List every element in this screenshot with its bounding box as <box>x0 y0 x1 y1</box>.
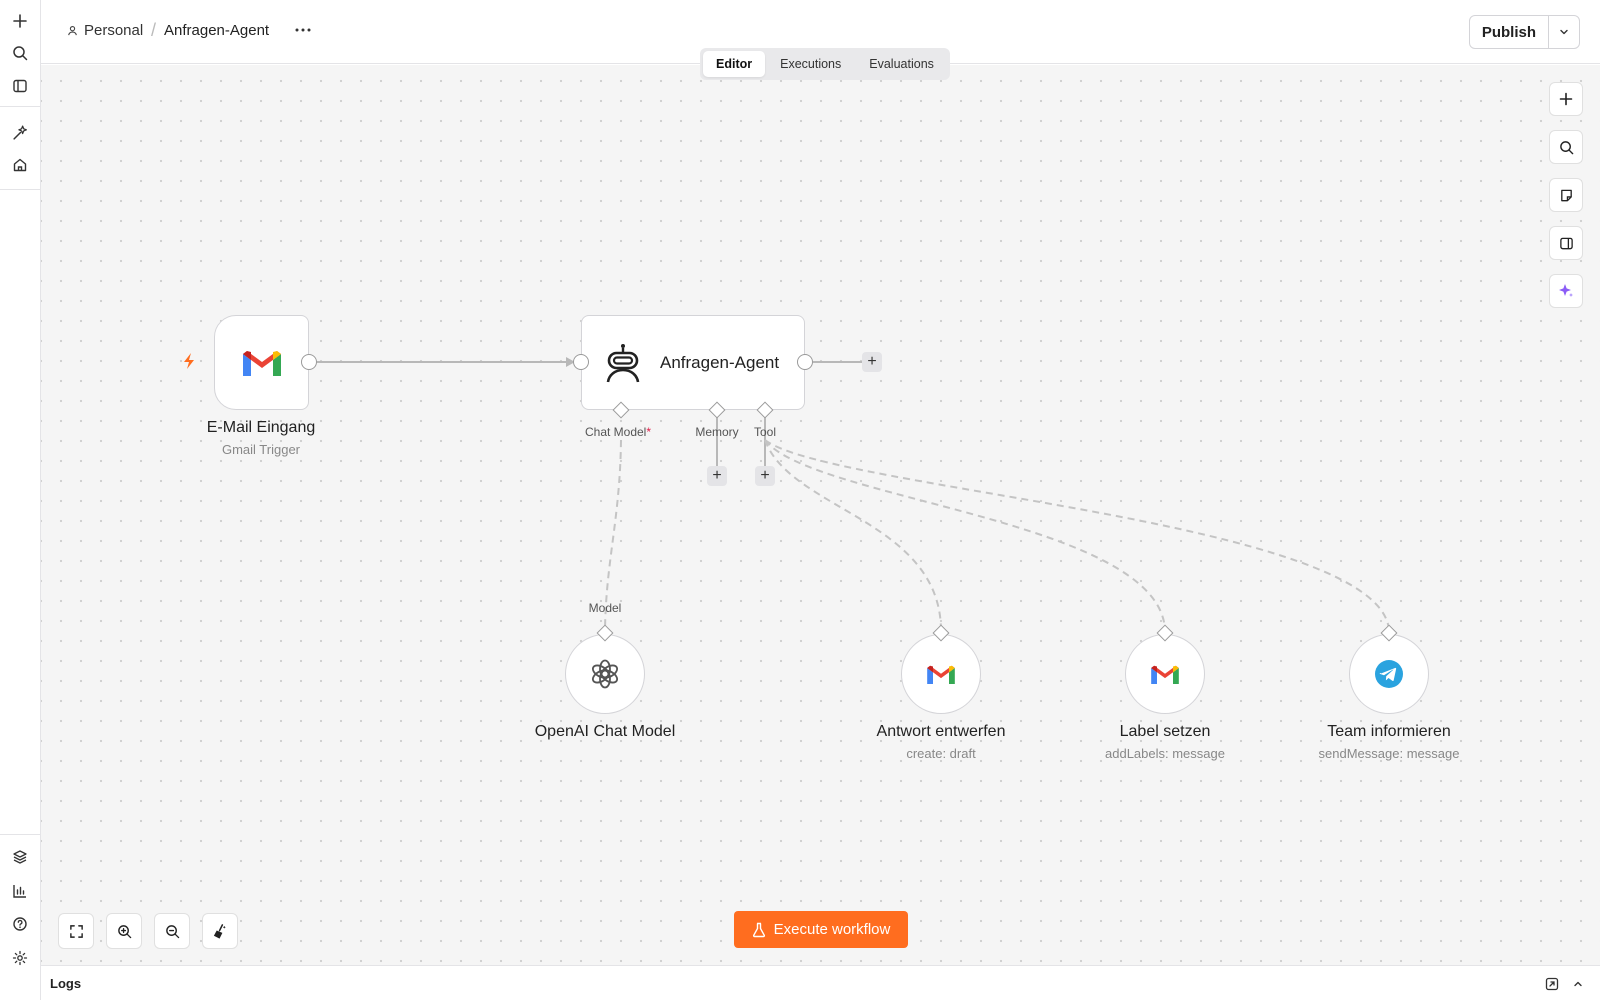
breadcrumb-project[interactable]: Personal <box>67 22 143 39</box>
node-title: Team informieren <box>1327 723 1451 740</box>
logs-title: Logs <box>50 976 82 991</box>
telegram-icon <box>1375 660 1403 688</box>
breadcrumb-project-label: Personal <box>84 22 144 39</box>
node-title: OpenAI Chat Model <box>534 723 676 740</box>
execute-workflow-button[interactable]: Execute workflow <box>734 911 908 948</box>
tab-evaluations[interactable]: Evaluations <box>856 51 947 77</box>
openai-icon <box>591 659 619 689</box>
divider <box>0 189 41 190</box>
add-tool-plus-icon[interactable]: + <box>755 466 775 486</box>
agent-title: Anfragen-Agent <box>660 352 780 372</box>
left-sidebar <box>0 0 41 1000</box>
execute-workflow-label: Execute workflow <box>773 921 891 938</box>
chevron-up-icon[interactable] <box>1569 975 1587 993</box>
pop-out-icon[interactable] <box>1543 975 1561 993</box>
home-icon[interactable] <box>8 153 32 177</box>
settings-gear-icon[interactable] <box>8 946 32 970</box>
search-icon <box>1559 140 1573 154</box>
add-icon[interactable] <box>8 9 32 33</box>
required-mark: * <box>646 425 652 439</box>
workflow-name[interactable]: Anfragen-Agent <box>164 22 269 39</box>
sidebar-toggle-icon[interactable] <box>8 74 32 98</box>
trigger-output-handle[interactable] <box>301 354 317 370</box>
memory-port-label: Memory <box>695 425 739 439</box>
fit-view-button[interactable] <box>58 913 94 949</box>
node-title: Antwort entwerfen <box>876 723 1006 740</box>
workflow-canvas[interactable] <box>41 65 1600 965</box>
chat-model-port-label: Chat Model* <box>585 425 651 439</box>
templates-icon[interactable] <box>8 845 32 869</box>
trigger-bolt-icon <box>181 352 197 375</box>
search-nodes-button[interactable] <box>1549 130 1583 164</box>
search-icon[interactable] <box>8 41 32 65</box>
agent-output-handle[interactable] <box>797 354 813 370</box>
node-email-trigger[interactable] <box>214 315 309 410</box>
sticky-note-icon <box>1560 189 1572 201</box>
gmail-icon <box>1151 665 1179 684</box>
node-subtitle: create: draft <box>906 746 976 761</box>
logs-panel[interactable]: Logs <box>41 965 1600 1000</box>
node-subtitle: addLabels: message <box>1105 746 1225 761</box>
ai-sparkle-icon[interactable] <box>8 120 32 144</box>
tab-executions[interactable]: Executions <box>767 51 854 77</box>
insights-chart-icon[interactable] <box>8 879 32 903</box>
node-subtitle: Gmail Trigger <box>221 442 301 457</box>
divider <box>0 834 41 835</box>
sticky-note-button[interactable] <box>1549 178 1583 212</box>
node-agent[interactable]: Anfragen-Agent <box>581 315 805 410</box>
add-node-button[interactable] <box>1549 82 1583 116</box>
gmail-icon <box>242 350 281 376</box>
plus-icon <box>1559 92 1573 106</box>
model-port-label: Model <box>588 601 622 615</box>
node-subtitle: sendMessage: message <box>1318 746 1460 761</box>
panel-right-icon <box>1559 237 1573 249</box>
tab-editor[interactable]: Editor <box>703 51 766 77</box>
node-title: E-Mail Eingang <box>206 419 316 436</box>
fullscreen-icon <box>69 924 83 938</box>
zoom-out-icon <box>165 924 179 938</box>
ai-assistant-button[interactable] <box>1549 274 1583 308</box>
node-openai-chat-model[interactable] <box>565 634 645 714</box>
node-telegram[interactable] <box>1349 634 1429 714</box>
user-icon <box>68 26 77 36</box>
tidy-up-button[interactable] <box>202 913 238 949</box>
node-title: Label setzen <box>1119 723 1211 740</box>
chevron-down-icon[interactable] <box>1549 16 1579 48</box>
zoom-in-icon <box>117 924 131 938</box>
divider <box>0 106 41 107</box>
node-draft-reply[interactable] <box>901 634 981 714</box>
add-memory-plus-icon[interactable]: + <box>707 466 727 486</box>
robot-icon <box>606 343 640 382</box>
flask-icon <box>752 922 765 937</box>
agent-input-handle[interactable] <box>573 354 589 370</box>
tool-port-label: Tool <box>753 425 777 439</box>
ai-sparkle-icon <box>1559 284 1573 297</box>
more-options-icon[interactable] <box>291 18 315 42</box>
broom-icon <box>213 923 226 939</box>
panel-toggle-button[interactable] <box>1549 226 1583 260</box>
publish-button[interactable]: Publish <box>1470 16 1549 48</box>
gmail-icon <box>927 665 955 684</box>
node-label-message[interactable] <box>1125 634 1205 714</box>
add-node-plus-icon[interactable]: + <box>862 352 882 372</box>
zoom-out-button[interactable] <box>154 913 190 949</box>
zoom-in-button[interactable] <box>106 913 142 949</box>
publish-button-group: Publish <box>1468 15 1580 49</box>
help-icon[interactable] <box>8 912 32 936</box>
chat-model-label-text: Chat Model <box>584 425 647 439</box>
view-tabs: Editor Executions Evaluations <box>700 48 950 80</box>
breadcrumb-separator: / <box>151 20 157 40</box>
